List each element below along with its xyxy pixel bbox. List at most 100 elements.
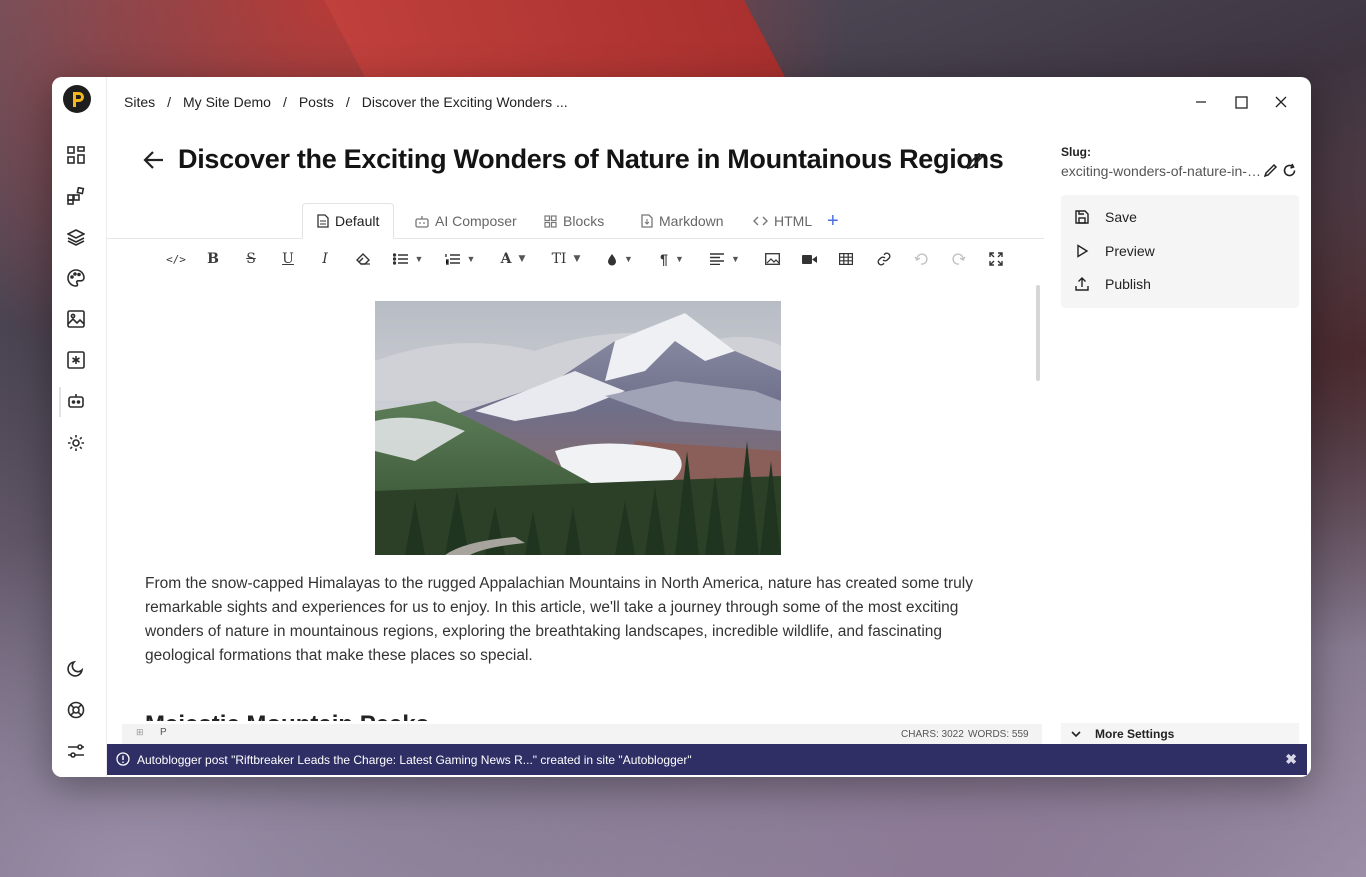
- save-label: Save: [1105, 209, 1137, 225]
- gear-icon[interactable]: [65, 432, 87, 454]
- resize-handle-icon[interactable]: ⊞: [136, 727, 144, 738]
- snippets-icon[interactable]: [65, 349, 87, 371]
- minimize-button[interactable]: [1190, 91, 1212, 113]
- highlight-button[interactable]: ▼: [602, 247, 638, 271]
- tab-label: AI Composer: [435, 213, 517, 229]
- sidebar-active-indicator: [59, 387, 61, 417]
- preview-label: Preview: [1105, 243, 1155, 259]
- editor: Discover the Exciting Wonders of Nature …: [107, 125, 1044, 777]
- upload-icon: [1075, 277, 1089, 291]
- underline-button[interactable]: U: [278, 247, 298, 271]
- bold-button[interactable]: B: [203, 247, 223, 271]
- post-paragraph[interactable]: From the snow-capped Himalayas to the ru…: [145, 572, 1005, 668]
- sidebar: [52, 77, 107, 777]
- maximize-button[interactable]: [1230, 91, 1252, 113]
- play-icon: [1077, 244, 1089, 258]
- bullet-list-icon: [392, 253, 408, 265]
- media-icon[interactable]: [65, 308, 87, 330]
- chevron-down-icon: [1071, 730, 1081, 737]
- breadcrumb-separator: /: [345, 94, 350, 110]
- text-size-icon: TI: [551, 251, 567, 267]
- post-hero-image[interactable]: [375, 301, 781, 555]
- font-icon: A: [500, 251, 512, 267]
- italic-button[interactable]: I: [315, 247, 335, 271]
- help-icon[interactable]: [65, 699, 87, 721]
- editor-content[interactable]: From the snow-capped Himalayas to the ru…: [107, 301, 1027, 721]
- toast-close-icon[interactable]: ✖: [1285, 751, 1297, 768]
- blocks-icon: [544, 214, 557, 228]
- edit-slug-icon[interactable]: [1263, 163, 1278, 183]
- save-icon: [1075, 210, 1089, 224]
- chevron-down-icon: ▼: [518, 254, 526, 264]
- numbered-list-button[interactable]: ▼: [442, 247, 478, 271]
- format-toolbar: </> B S U I ▼ ▼ A ▼ TI ▼ ▼ ¶ ▼ ▼: [165, 247, 1005, 271]
- back-arrow-icon[interactable]: [143, 150, 165, 175]
- dashboard-icon[interactable]: [65, 144, 87, 166]
- editor-tabs: Default AI Composer Blocks Markdown HTML…: [107, 203, 1044, 239]
- code-view-button[interactable]: </>: [165, 247, 187, 271]
- post-actions: Save Preview Publish: [1061, 195, 1299, 308]
- refresh-slug-icon[interactable]: [1282, 163, 1297, 183]
- post-settings-panel: Slug: exciting-wonders-of-nature-in-moun…: [1044, 125, 1311, 777]
- sliders-icon[interactable]: [65, 740, 87, 762]
- tab-ai-composer[interactable]: AI Composer: [401, 203, 531, 239]
- titlebar: Sites / My Site Demo / Posts / Discover …: [107, 77, 1311, 125]
- insert-image-icon[interactable]: [762, 247, 782, 271]
- breadcrumb-separator: /: [167, 94, 172, 110]
- breadcrumb-item-sites[interactable]: Sites: [124, 94, 155, 110]
- tab-label: Markdown: [659, 213, 724, 229]
- editor-statusbar: ⊞ P CHARS: 3022 WORDS: 559: [122, 724, 1042, 744]
- bullet-list-button[interactable]: ▼: [390, 247, 426, 271]
- breadcrumb-item-current: Discover the Exciting Wonders ...: [361, 94, 568, 110]
- chevron-down-icon: ▼: [624, 254, 633, 264]
- pilcrow-icon: ¶: [660, 251, 668, 267]
- widgets-icon[interactable]: [65, 185, 87, 207]
- breadcrumb-item-site[interactable]: My Site Demo: [183, 94, 271, 110]
- edit-title-icon[interactable]: [965, 151, 985, 176]
- preview-button[interactable]: Preview: [1075, 240, 1155, 262]
- app-logo[interactable]: [63, 85, 91, 113]
- breadcrumb: Sites / My Site Demo / Posts / Discover …: [124, 94, 568, 110]
- editor-scrollbar[interactable]: [1036, 285, 1040, 381]
- paragraph-style-button[interactable]: ¶ ▼: [654, 247, 690, 271]
- redo-icon[interactable]: [949, 247, 969, 271]
- tab-default[interactable]: Default: [302, 203, 395, 239]
- element-path[interactable]: P: [160, 727, 167, 738]
- tab-markdown[interactable]: Markdown: [627, 203, 738, 239]
- add-tab-button[interactable]: +: [827, 211, 839, 231]
- text-size-button[interactable]: TI ▼: [548, 247, 584, 271]
- char-count: CHARS: 3022: [901, 729, 964, 740]
- insert-video-icon[interactable]: [799, 247, 819, 271]
- save-button[interactable]: Save: [1075, 206, 1137, 228]
- align-button[interactable]: ▼: [706, 247, 744, 271]
- breadcrumb-item-posts[interactable]: Posts: [299, 94, 334, 110]
- tab-label: Default: [335, 213, 380, 229]
- chevron-down-icon: ▼: [731, 254, 740, 264]
- palette-icon[interactable]: [65, 267, 87, 289]
- close-button[interactable]: [1270, 91, 1292, 113]
- undo-icon[interactable]: [911, 247, 931, 271]
- post-heading[interactable]: Majestic Mountain Peaks: [145, 711, 429, 721]
- notification-toast: Autoblogger post "Riftbreaker Leads the …: [107, 744, 1307, 775]
- tab-label: HTML: [774, 213, 813, 229]
- theme-toggle-icon[interactable]: [65, 657, 87, 679]
- more-settings-toggle[interactable]: More Settings: [1061, 723, 1299, 745]
- insert-table-icon[interactable]: [836, 247, 856, 271]
- layers-icon[interactable]: [65, 226, 87, 248]
- tab-html[interactable]: HTML: [739, 203, 826, 239]
- toast-message: Autoblogger post "Riftbreaker Leads the …: [137, 753, 692, 767]
- document-icon: [317, 214, 329, 228]
- tab-label: Blocks: [563, 213, 605, 229]
- strikethrough-button[interactable]: S: [241, 247, 261, 271]
- eraser-icon[interactable]: [352, 247, 374, 271]
- robot-icon[interactable]: [65, 390, 87, 412]
- publish-button[interactable]: Publish: [1075, 273, 1151, 295]
- chevron-down-icon: ▼: [573, 254, 581, 264]
- numbered-list-icon: [444, 254, 460, 265]
- post-title[interactable]: Discover the Exciting Wonders of Nature …: [178, 144, 1004, 175]
- fullscreen-icon[interactable]: [986, 247, 1006, 271]
- link-icon[interactable]: [874, 247, 894, 271]
- tab-blocks[interactable]: Blocks: [530, 203, 618, 239]
- font-color-button[interactable]: A ▼: [495, 247, 531, 271]
- align-left-icon: [710, 253, 725, 265]
